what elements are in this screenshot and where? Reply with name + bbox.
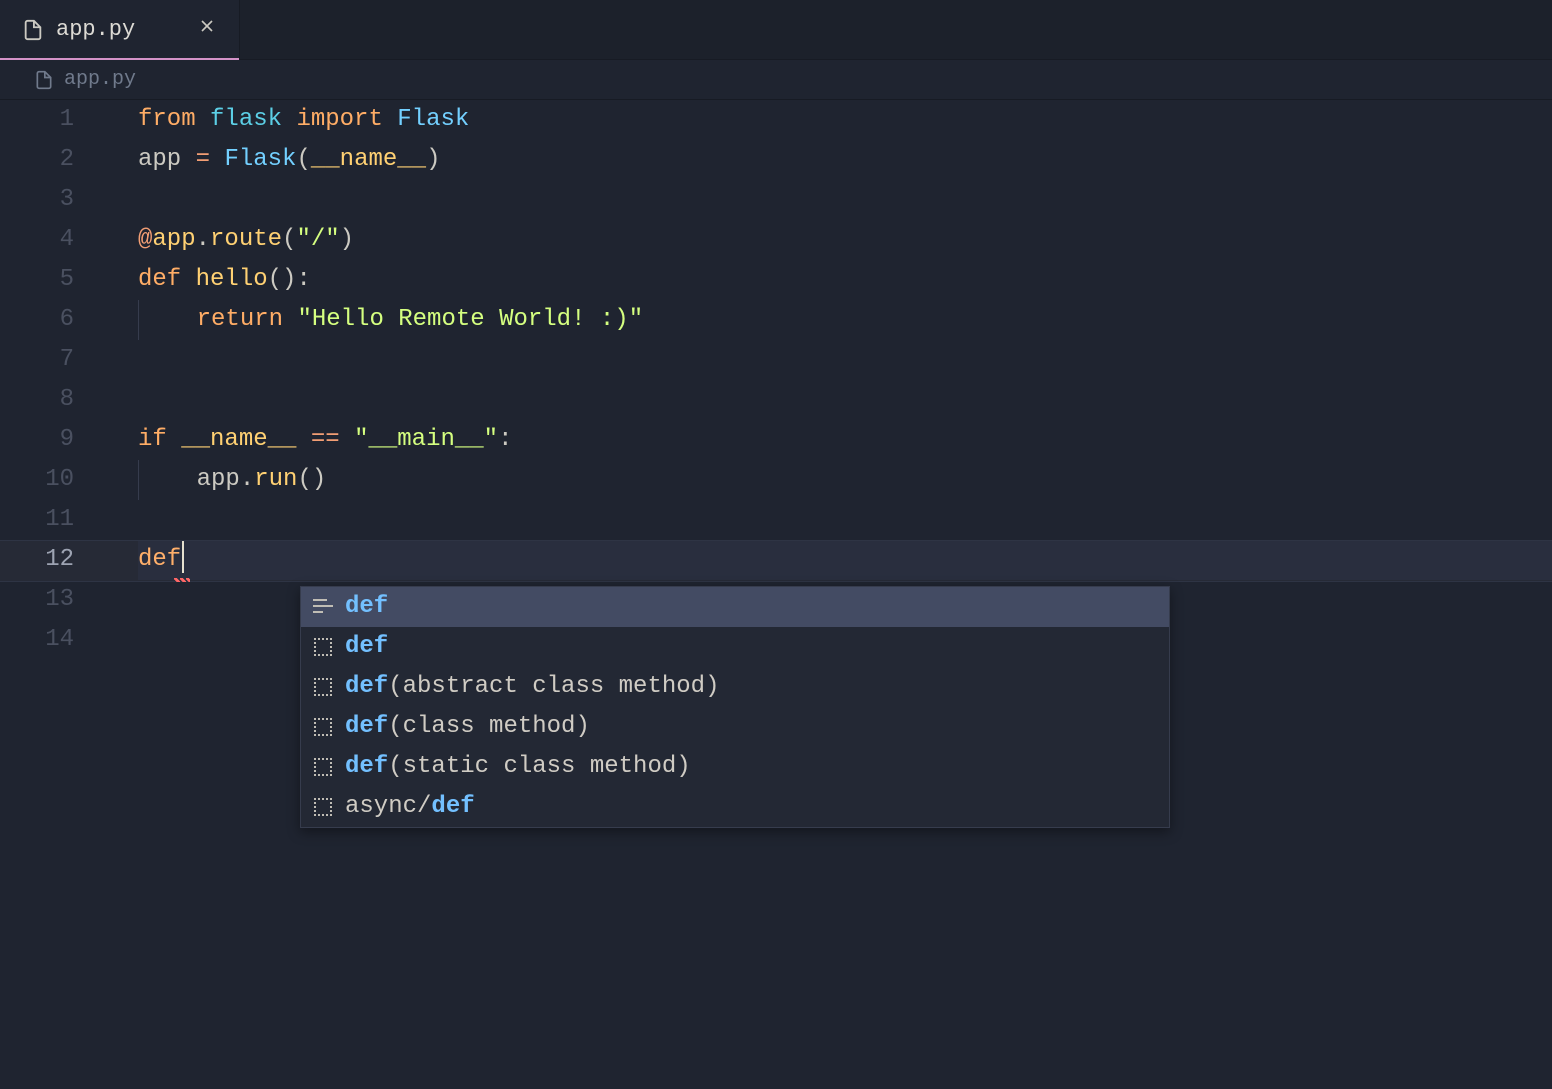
suggest-item[interactable]: def (301, 627, 1169, 667)
code-line-current[interactable]: def (138, 540, 1552, 580)
keyword-icon (311, 595, 335, 619)
suggest-item[interactable]: def (301, 587, 1169, 627)
suggest-label: def(abstract class method) (345, 667, 719, 707)
file-icon (22, 19, 44, 41)
code-line[interactable]: if __name__ == "__main__": (138, 420, 1552, 460)
suggest-label: def (345, 587, 388, 627)
suggest-label: def(class method) (345, 707, 590, 747)
suggest-label: async/def (345, 787, 475, 827)
snippet-icon (311, 715, 335, 739)
snippet-icon (311, 675, 335, 699)
code-line[interactable]: from flask import Flask (138, 100, 1552, 140)
code-line[interactable]: def hello(): (138, 260, 1552, 300)
line-number: 6 (0, 300, 74, 340)
line-number: 8 (0, 380, 74, 420)
line-number: 7 (0, 340, 74, 380)
code-line[interactable]: @app.route("/") (138, 220, 1552, 260)
line-number: 14 (0, 620, 74, 660)
line-number: 10 (0, 460, 74, 500)
file-icon (34, 70, 54, 90)
line-number: 3 (0, 180, 74, 220)
suggest-label: def(static class method) (345, 747, 691, 787)
tab-label: app.py (56, 17, 183, 42)
suggest-item[interactable]: def(abstract class method) (301, 667, 1169, 707)
code-line[interactable]: app.run() (138, 460, 1552, 500)
tab-app-py[interactable]: app.py (0, 0, 240, 59)
intellisense-popup[interactable]: def def def(abstract class method) def(c… (300, 586, 1170, 828)
code-editor[interactable]: 1 2 3 4 5 6 7 8 9 10 11 12 13 14 from fl… (0, 100, 1552, 1089)
code-line[interactable] (138, 380, 1552, 420)
close-icon[interactable] (195, 14, 219, 45)
code-line[interactable] (138, 180, 1552, 220)
suggest-item[interactable]: async/def (301, 787, 1169, 827)
line-number: 13 (0, 580, 74, 620)
snippet-icon (311, 755, 335, 779)
text-cursor (182, 541, 184, 573)
snippet-icon (311, 795, 335, 819)
line-number: 1 (0, 100, 74, 140)
tab-bar: app.py (0, 0, 1552, 60)
line-number: 12 (0, 540, 74, 580)
code-line[interactable]: return "Hello Remote World! :)" (138, 300, 1552, 340)
suggest-item[interactable]: def(static class method) (301, 747, 1169, 787)
line-number: 5 (0, 260, 74, 300)
line-number: 11 (0, 500, 74, 540)
snippet-icon (311, 635, 335, 659)
line-number-gutter: 1 2 3 4 5 6 7 8 9 10 11 12 13 14 (0, 100, 100, 1089)
line-number: 4 (0, 220, 74, 260)
error-squiggle-icon (174, 578, 190, 582)
suggest-item[interactable]: def(class method) (301, 707, 1169, 747)
line-number: 2 (0, 140, 74, 180)
breadcrumb-filename: app.py (64, 68, 136, 91)
suggest-label: def (345, 627, 388, 667)
code-line[interactable] (138, 340, 1552, 380)
breadcrumb[interactable]: app.py (0, 60, 1552, 100)
code-line[interactable]: app = Flask(__name__) (138, 140, 1552, 180)
code-area[interactable]: from flask import Flask app = Flask(__na… (100, 100, 1552, 1089)
code-line[interactable] (138, 500, 1552, 540)
line-number: 9 (0, 420, 74, 460)
